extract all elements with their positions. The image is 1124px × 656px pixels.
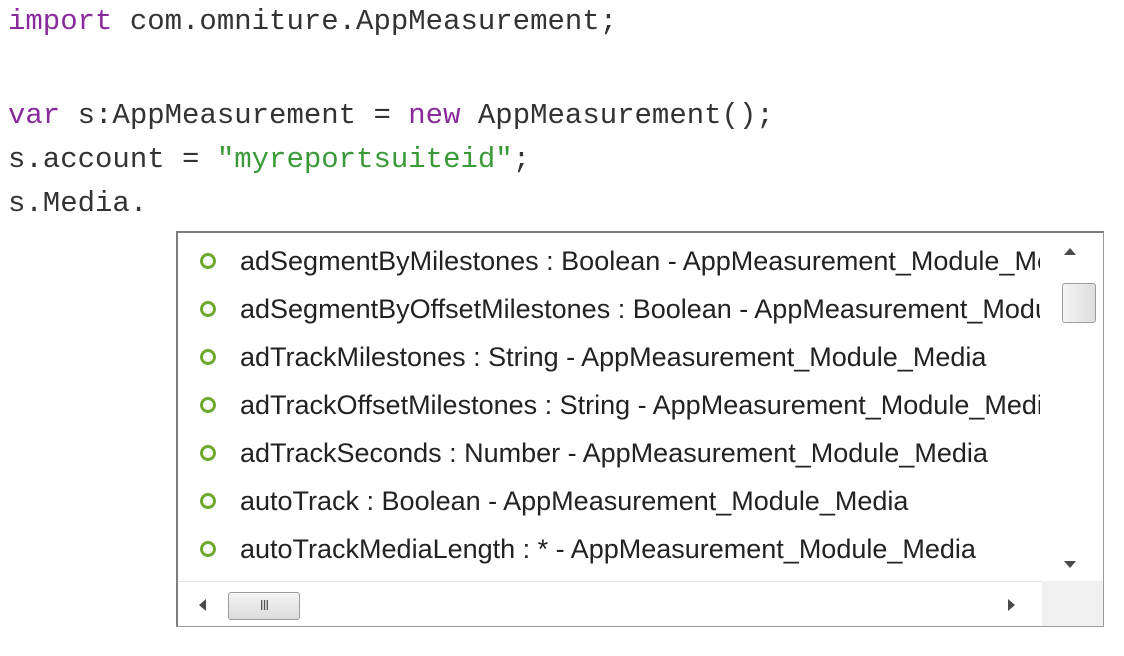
scroll-left-arrow-icon[interactable]	[190, 592, 216, 618]
import-path: com.omniture.AppMeasurement;	[112, 5, 618, 38]
property-bullet-icon	[200, 253, 216, 269]
scroll-right-arrow-icon[interactable]	[998, 592, 1024, 618]
autocomplete-item[interactable]: adSegmentByOffsetMilestones : Boolean - …	[178, 285, 1040, 333]
autocomplete-item[interactable]: autoTrack : Boolean - AppMeasurement_Mod…	[178, 477, 1040, 525]
code-line-import: import com.omniture.AppMeasurement;	[8, 2, 617, 42]
property-bullet-icon	[200, 445, 216, 461]
keyword-new: new	[408, 99, 461, 132]
account-assignment: s.account =	[8, 143, 217, 176]
autocomplete-item[interactable]: adTrackOffsetMilestones : String - AppMe…	[178, 381, 1040, 429]
property-bullet-icon	[200, 397, 216, 413]
property-bullet-icon	[200, 349, 216, 365]
autocomplete-popup[interactable]: adSegmentByMilestones : Boolean - AppMea…	[176, 231, 1104, 627]
autocomplete-item-label: adTrackSeconds : Number - AppMeasurement…	[240, 437, 988, 468]
account-string: "myreportsuiteid"	[216, 143, 513, 176]
vertical-scrollbar[interactable]	[1042, 233, 1103, 581]
autocomplete-item-label: adSegmentByMilestones : Boolean - AppMea…	[240, 245, 1040, 276]
statement-end: ;	[512, 143, 531, 176]
property-bullet-icon	[200, 493, 216, 509]
keyword-var: var	[8, 99, 61, 132]
scrollbar-corner	[1042, 581, 1103, 626]
code-line-media: s.Media.	[8, 184, 147, 224]
var-declaration: s:AppMeasurement =	[60, 99, 409, 132]
code-editor[interactable]: import com.omniture.AppMeasurement; var …	[8, 0, 774, 220]
vertical-scroll-thumb[interactable]	[1062, 283, 1096, 323]
code-line-account: s.account = "myreportsuiteid";	[8, 140, 530, 180]
autocomplete-item[interactable]: autoTrackMediaLength : * - AppMeasuremen…	[178, 525, 1040, 573]
autocomplete-item[interactable]: adTrackMilestones : String - AppMeasurem…	[178, 333, 1040, 381]
autocomplete-item[interactable]: adSegmentByMilestones : Boolean - AppMea…	[178, 237, 1040, 285]
scroll-up-arrow-icon[interactable]	[1056, 239, 1084, 265]
autocomplete-item-label: adTrackMilestones : String - AppMeasurem…	[240, 341, 987, 372]
autocomplete-item[interactable]: adTrackSeconds : Number - AppMeasurement…	[178, 429, 1040, 477]
property-bullet-icon	[200, 541, 216, 557]
constructor-call: AppMeasurement();	[460, 99, 774, 132]
keyword-import: import	[8, 5, 113, 38]
code-line-var: var s:AppMeasurement = new AppMeasuremen…	[8, 96, 774, 136]
scroll-grip-icon: III	[259, 598, 269, 614]
scroll-down-arrow-icon[interactable]	[1056, 551, 1084, 577]
autocomplete-list[interactable]: adSegmentByMilestones : Boolean - AppMea…	[178, 237, 1040, 581]
horizontal-scrollbar[interactable]: III	[178, 581, 1042, 626]
autocomplete-item-label: adSegmentByOffsetMilestones : Boolean - …	[240, 293, 1040, 324]
autocomplete-item-label: adTrackOffsetMilestones : String - AppMe…	[240, 389, 1040, 420]
autocomplete-item-label: autoTrackMediaLength : * - AppMeasuremen…	[240, 533, 976, 564]
media-access: s.Media.	[8, 187, 148, 220]
horizontal-scroll-thumb[interactable]: III	[228, 592, 300, 620]
property-bullet-icon	[200, 301, 216, 317]
autocomplete-item-label: autoTrack : Boolean - AppMeasurement_Mod…	[240, 485, 909, 516]
